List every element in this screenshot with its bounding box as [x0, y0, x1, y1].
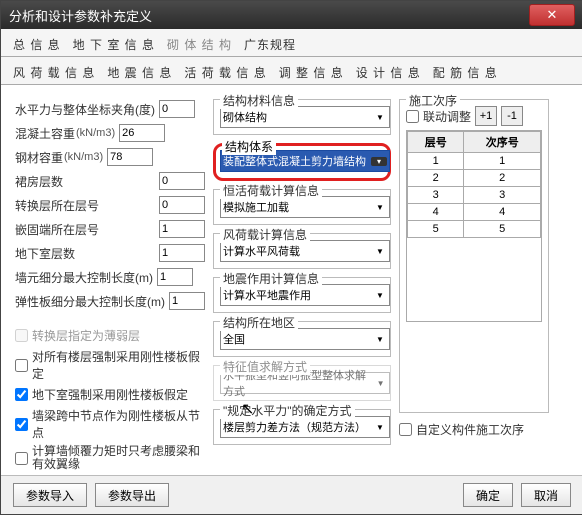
table-row: 33: [408, 187, 541, 204]
chevron-down-icon: ▼: [373, 247, 387, 256]
lbl-basement: 地下室层数: [15, 245, 75, 262]
chevron-down-icon: ▼: [373, 113, 387, 122]
th-order: 次序号: [464, 132, 541, 153]
tab-masonry[interactable]: 砌 体 结 构: [161, 33, 238, 56]
group-eigen: 特征值求解方式 水平振型和竖向振型整体求解方式▼: [213, 365, 391, 401]
btn-minus[interactable]: -1: [501, 106, 523, 126]
lbl-steel: 钢材容重: [15, 149, 63, 166]
inp-basement[interactable]: [159, 244, 205, 262]
btn-export[interactable]: 参数导出: [95, 483, 169, 507]
tab-basement[interactable]: 地 下 室 信 息: [67, 33, 161, 56]
tab-liveload2[interactable]: 活 荷 载 信 息: [178, 61, 272, 84]
sequence-table-wrap[interactable]: 层号次序号 11 22 33 44 55: [406, 130, 542, 322]
sel-level[interactable]: 楼层剪力差方法（规范方法）▼: [220, 416, 390, 438]
lbl-slabmesh: 弹性板细分最大控制长度(m): [15, 293, 165, 310]
tab-rebar2[interactable]: 配 筋 信 息: [427, 61, 504, 84]
titlebar: 分析和设计参数补充定义 ✕: [1, 1, 582, 29]
footer-bar: 参数导入 参数导出 确定 取消: [1, 475, 582, 514]
tab-wind2[interactable]: 风 荷 载 信 息: [7, 61, 101, 84]
btn-import[interactable]: 参数导入: [13, 483, 87, 507]
tab-bar-row2: 风 荷 载 信 息 地 震 信 息 活 荷 载 信 息 调 整 信 息 设 计 …: [1, 57, 582, 85]
lbl-angle: 水平力与整体坐标夹角(度): [15, 101, 155, 118]
tab-bar: 总 信 息 风 荷 载 信 息 地 下 室 信 息 地 震 信 息 活 荷 载 …: [1, 29, 582, 57]
inp-slabmesh[interactable]: [169, 292, 205, 310]
cb-calc-overturn[interactable]: 计算墙倾覆力矩时只考虑腰梁和有效翼缘: [15, 445, 205, 471]
inp-podium[interactable]: [159, 172, 205, 190]
sel-region[interactable]: 全国▼: [220, 328, 390, 350]
table-row: 11: [408, 153, 541, 170]
group-wind: 风荷载计算信息 计算水平风荷载▼: [213, 233, 391, 269]
lbl-concrete: 混凝土容重: [15, 125, 75, 142]
chevron-down-icon: ▼: [373, 291, 387, 300]
group-seismic: 地震作用计算信息 计算水平地震作用▼: [213, 277, 391, 313]
cb-underground-rigid[interactable]: 地下室强制采用刚性楼板假定: [15, 386, 205, 403]
close-button[interactable]: ✕: [529, 4, 575, 26]
group-material: 结构材料信息 砌体结构▼: [213, 99, 391, 135]
inp-concrete[interactable]: [119, 124, 165, 142]
tab-design2[interactable]: 设 计 信 息: [350, 61, 427, 84]
cb-wallbeam-node[interactable]: 墙梁跨中节点作为刚性楼板从节点: [15, 407, 205, 441]
cb-custom-sequence[interactable]: 自定义构件施工次序: [399, 421, 549, 438]
mid-panel: 结构材料信息 砌体结构▼ 结构体系 装配整体式混凝土剪力墙结构▾ 恒活荷载计算信…: [213, 95, 391, 496]
sel-material[interactable]: 砌体结构▼: [220, 106, 390, 128]
btn-ok[interactable]: 确定: [463, 483, 513, 507]
lbl-transfer: 转换层所在层号: [15, 197, 99, 214]
table-row: 55: [408, 221, 541, 238]
chevron-down-icon: ▼: [373, 423, 387, 432]
inp-wallmesh[interactable]: [157, 268, 193, 286]
tab-adjust2[interactable]: 调 整 信 息: [273, 61, 350, 84]
sel-wind[interactable]: 计算水平风荷载▼: [220, 240, 390, 262]
left-panel: 水平力与整体坐标夹角(度) 混凝土容重(kN/m3) 钢材容重(kN/m3) 裙…: [15, 95, 205, 496]
tab-general[interactable]: 总 信 息: [7, 33, 67, 56]
lbl-fixedend: 嵌固端所在层号: [15, 221, 99, 238]
chevron-down-icon: ▼: [374, 379, 387, 388]
tab-seismic2[interactable]: 地 震 信 息: [101, 61, 178, 84]
table-row: 44: [408, 204, 541, 221]
group-sequence: 施工次序 联动调整 +1 -1 层号次序号 11 22 33 44 55: [399, 99, 549, 413]
inp-fixedend[interactable]: [159, 220, 205, 238]
group-system-highlight: 结构体系 装配整体式混凝土剪力墙结构▾: [213, 143, 391, 181]
cb-allfloor-rigid[interactable]: 对所有楼层强制采用刚性楼板假定: [15, 348, 205, 382]
lbl-wallmesh: 墙元细分最大控制长度(m): [15, 269, 153, 286]
th-floor: 层号: [408, 132, 464, 153]
chevron-down-icon: ▼: [373, 203, 387, 212]
table-row: 22: [408, 170, 541, 187]
sel-deadload[interactable]: 模拟施工加载▼: [220, 196, 390, 218]
right-panel: 施工次序 联动调整 +1 -1 层号次序号 11 22 33 44 55: [399, 95, 549, 496]
btn-cancel[interactable]: 取消: [521, 483, 571, 507]
group-deadload: 恒活荷载计算信息 模拟施工加载▼: [213, 189, 391, 225]
chevron-down-icon: ▼: [373, 335, 387, 344]
group-region: 结构所在地区 全国▼: [213, 321, 391, 357]
window-title: 分析和设计参数补充定义: [9, 6, 529, 25]
cb-transfer-weak: 转换层指定为薄弱层: [15, 327, 205, 344]
sequence-table: 层号次序号 11 22 33 44 55: [407, 131, 541, 238]
inp-steel[interactable]: [107, 148, 153, 166]
chevron-down-icon: ▾: [371, 157, 387, 166]
btn-plus[interactable]: +1: [475, 106, 497, 126]
lbl-podium: 裙房层数: [15, 173, 63, 190]
inp-angle[interactable]: [159, 100, 195, 118]
sel-eigen: 水平振型和竖向振型整体求解方式▼: [220, 372, 390, 394]
inp-transfer[interactable]: [159, 196, 205, 214]
sel-seismic[interactable]: 计算水平地震作用▼: [220, 284, 390, 306]
cb-linkage[interactable]: 联动调整: [406, 108, 471, 125]
group-level: "规定水平力"的确定方式 楼层剪力差方法（规范方法）▼: [213, 409, 391, 445]
tab-guangdong[interactable]: 广东规程: [238, 33, 302, 56]
